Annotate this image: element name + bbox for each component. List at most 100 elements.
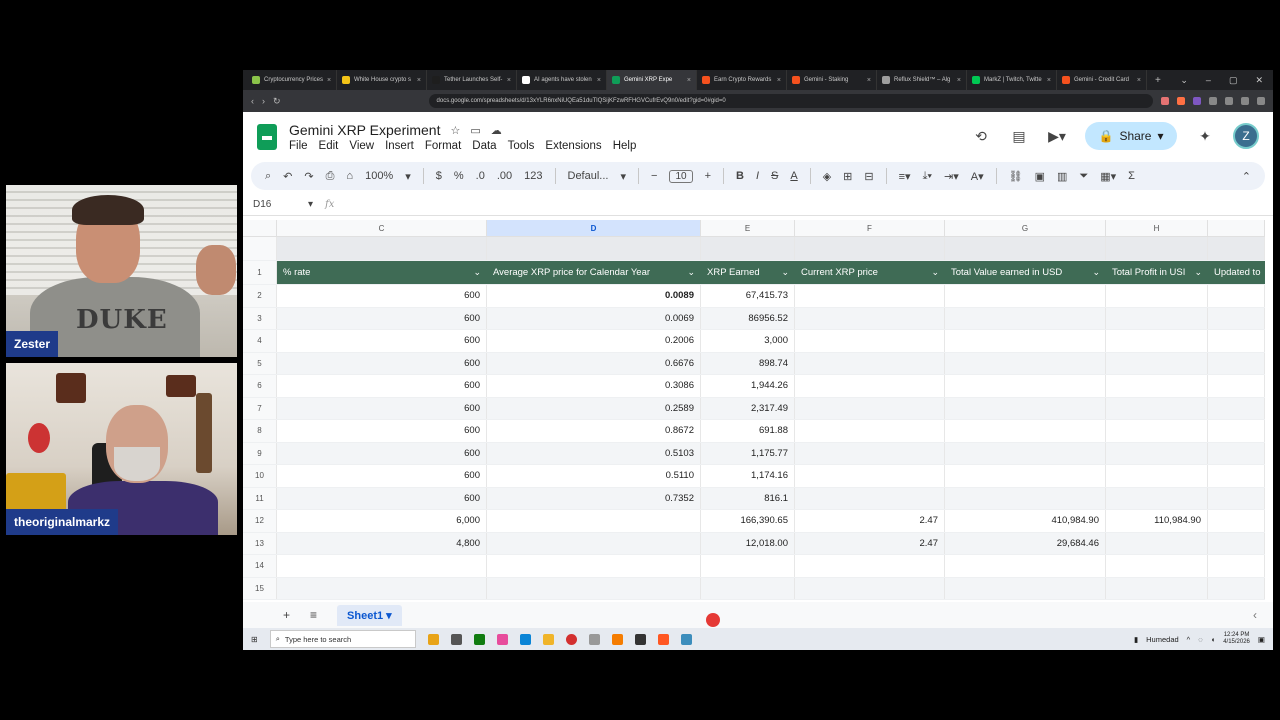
close-icon[interactable]: × [597, 77, 601, 84]
extension-icon[interactable] [1161, 97, 1169, 105]
cell[interactable] [1208, 510, 1265, 532]
menu-icon[interactable] [1257, 97, 1265, 105]
header-cell[interactable]: Current XRP price ⌄ [795, 261, 945, 284]
cell[interactable] [1208, 577, 1265, 599]
cell[interactable] [795, 307, 945, 329]
cell[interactable]: 600 [277, 397, 487, 419]
cell[interactable]: 600 [277, 375, 487, 397]
cell[interactable] [1106, 487, 1208, 509]
link-icon[interactable]: ⛓ [1009, 170, 1023, 183]
cell[interactable]: 0.5110 [487, 465, 701, 487]
rotate-icon[interactable]: A▾ [971, 170, 984, 183]
chevron-down-icon[interactable]: ⌄ [1194, 267, 1202, 278]
row-number[interactable]: 13 [243, 532, 277, 554]
row-number[interactable] [243, 237, 277, 260]
plus-icon[interactable]: + [705, 170, 711, 182]
weather-label[interactable]: Humedad [1146, 635, 1179, 644]
cell[interactable] [1106, 285, 1208, 307]
bold-icon[interactable]: B [736, 170, 744, 182]
number-format-button[interactable]: 123 [524, 170, 542, 182]
app-icon[interactable] [634, 633, 646, 645]
header-cell[interactable]: XRP Earned ⌄ [701, 261, 795, 284]
cell[interactable]: 0.2006 [487, 330, 701, 352]
row-number[interactable]: 6 [243, 375, 277, 397]
add-sheet-button[interactable]: + [283, 608, 290, 622]
history-icon[interactable]: ⟲ [971, 126, 991, 146]
row-number[interactable]: 15 [243, 577, 277, 599]
browser-tab[interactable]: MarkZ | Twitch, Twitte × [967, 70, 1057, 90]
clock[interactable]: 12:24 PM 4/15/2026 [1223, 632, 1250, 646]
redo-icon[interactable]: ↷ [304, 170, 313, 183]
chevron-up-icon[interactable]: ^ [1187, 635, 1191, 644]
search-icon[interactable]: ⌕ [265, 170, 271, 183]
row-number[interactable]: 4 [243, 330, 277, 352]
chevron-down-icon[interactable]: ▾ [308, 199, 313, 210]
cell[interactable] [1106, 442, 1208, 464]
menu-tools[interactable]: Tools [508, 140, 535, 152]
windows-start-icon[interactable]: ⊞ [251, 635, 258, 644]
new-tab-icon[interactable]: + [1147, 75, 1169, 86]
browser-tab[interactable]: AI agents have stolen × [517, 70, 607, 90]
close-icon[interactable]: × [1047, 77, 1051, 84]
app-icon[interactable] [588, 633, 600, 645]
extension-icon[interactable] [1225, 97, 1233, 105]
browser-tab[interactable]: White House crypto s × [337, 70, 427, 90]
cell[interactable] [277, 237, 487, 260]
cell[interactable]: 67,415.73 [701, 285, 795, 307]
cell[interactable] [277, 555, 487, 577]
cell[interactable] [945, 307, 1106, 329]
chart-icon[interactable]: ▥ [1057, 170, 1067, 183]
close-icon[interactable]: × [507, 77, 511, 84]
cell[interactable] [487, 237, 701, 260]
undo-icon[interactable]: ↶ [283, 170, 292, 183]
minimize-icon[interactable]: – [1206, 75, 1211, 86]
meet-icon[interactable]: ▶▾ [1047, 126, 1067, 146]
browser-tab[interactable]: Cryptocurrency Prices × [247, 70, 337, 90]
cell[interactable]: 1,174.16 [701, 465, 795, 487]
cell[interactable]: 0.0069 [487, 307, 701, 329]
column-header[interactable]: G [945, 220, 1106, 236]
minus-icon[interactable]: − [651, 170, 657, 182]
cell[interactable]: 1,944.26 [701, 375, 795, 397]
brave-icon[interactable] [657, 633, 669, 645]
paint-format-icon[interactable]: ⌂ [346, 170, 353, 182]
chevron-down-icon[interactable]: ⌄ [931, 267, 939, 278]
cell[interactable]: 2.47 [795, 510, 945, 532]
url-input[interactable]: docs.google.com/spreadsheets/d/13xYLR6nx… [428, 94, 1153, 108]
xbox-icon[interactable] [473, 633, 485, 645]
cell[interactable] [1106, 237, 1208, 260]
cell[interactable]: 0.2589 [487, 397, 701, 419]
chevron-down-icon[interactable]: ▾ [405, 170, 411, 183]
notification-icon[interactable]: ▣ [1258, 635, 1265, 644]
cell[interactable] [945, 352, 1106, 374]
corner-cell[interactable] [243, 220, 277, 236]
row-number[interactable]: 9 [243, 442, 277, 464]
widget-icon[interactable] [427, 633, 439, 645]
merge-cells-icon[interactable]: ⊟ [864, 170, 873, 183]
cell[interactable]: 0.3086 [487, 375, 701, 397]
align-icon[interactable]: ≡▾ [899, 170, 911, 183]
cell[interactable] [795, 330, 945, 352]
font-select[interactable]: Defaul... [568, 170, 609, 182]
cell[interactable] [1106, 307, 1208, 329]
extension-icon[interactable] [1209, 97, 1217, 105]
cloud-icon[interactable]: ☁ [491, 124, 502, 137]
cell[interactable] [945, 237, 1106, 260]
avatar[interactable]: Z [1233, 123, 1259, 149]
comment-icon[interactable]: ▣ [1035, 170, 1045, 183]
column-header[interactable]: H [1106, 220, 1208, 236]
sheet-tab[interactable]: Sheet1 ▾ [337, 604, 402, 626]
cell[interactable] [1106, 465, 1208, 487]
header-cell[interactable]: Average XRP price for Calendar Year ⌄ [487, 261, 701, 284]
browser-tab[interactable]: Tether Launches Self- × [427, 70, 517, 90]
font-size-input[interactable]: 10 [669, 169, 693, 183]
italic-icon[interactable]: I [756, 170, 759, 182]
reload-icon[interactable]: ↻ [273, 96, 281, 107]
menu-format[interactable]: Format [425, 140, 461, 152]
zoom-select[interactable]: 100% [365, 170, 393, 182]
menu-help[interactable]: Help [613, 140, 637, 152]
browser-tab[interactable]: Reflux Shield™ – Alg × [877, 70, 967, 90]
forward-icon[interactable]: › [262, 96, 265, 106]
column-header[interactable]: F [795, 220, 945, 236]
close-icon[interactable]: × [957, 77, 961, 84]
